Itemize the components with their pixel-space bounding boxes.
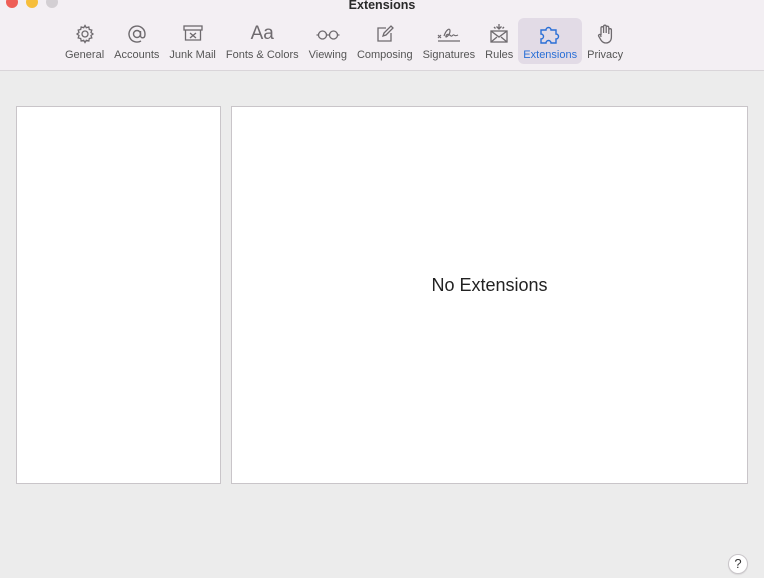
tab-label: Fonts & Colors <box>225 49 299 61</box>
tab-label: Junk Mail <box>169 49 216 61</box>
extensions-list[interactable] <box>16 106 221 484</box>
junk-mail-icon <box>179 21 207 47</box>
signature-icon <box>435 21 463 47</box>
preferences-window: Extensions General Accounts Junk Mail Aa… <box>0 0 764 578</box>
window-title: Extensions <box>348 0 416 12</box>
tab-privacy[interactable]: Privacy <box>582 18 628 64</box>
tab-signatures[interactable]: Signatures <box>418 18 481 64</box>
tab-label: Accounts <box>114 49 160 61</box>
tab-label: Viewing <box>308 49 347 61</box>
tab-fonts-colors[interactable]: Aa Fonts & Colors <box>221 18 304 64</box>
tab-viewing[interactable]: Viewing <box>304 18 352 64</box>
tab-rules[interactable]: Rules <box>480 18 518 64</box>
preferences-tabs: General Accounts Junk Mail Aa Fonts & Co… <box>60 18 628 66</box>
tab-label: General <box>65 49 105 61</box>
puzzle-icon <box>536 21 564 47</box>
at-icon <box>123 21 151 47</box>
toolbar: Extensions General Accounts Junk Mail Aa… <box>0 0 764 71</box>
tab-label: Extensions <box>523 49 578 61</box>
gear-icon <box>71 21 99 47</box>
tab-label: Composing <box>356 49 413 61</box>
hand-icon <box>591 21 619 47</box>
glasses-icon <box>314 21 342 47</box>
fonts-icon: Aa <box>248 21 276 47</box>
tab-general[interactable]: General <box>60 18 109 64</box>
tab-composing[interactable]: Composing <box>352 18 418 64</box>
tab-extensions[interactable]: Extensions <box>518 18 583 64</box>
tab-label: Privacy <box>587 49 624 61</box>
rules-icon <box>485 21 513 47</box>
tab-accounts[interactable]: Accounts <box>109 18 164 64</box>
tab-label: Rules <box>485 49 514 61</box>
compose-icon <box>371 21 399 47</box>
extension-detail-panel: No Extensions <box>231 106 748 484</box>
fonts-icon-glyph: Aa <box>250 23 274 44</box>
help-button[interactable]: ? <box>728 554 748 574</box>
tab-junk-mail[interactable]: Junk Mail <box>164 18 220 64</box>
empty-state-message: No Extensions <box>431 274 548 295</box>
tab-label: Signatures <box>422 49 476 61</box>
